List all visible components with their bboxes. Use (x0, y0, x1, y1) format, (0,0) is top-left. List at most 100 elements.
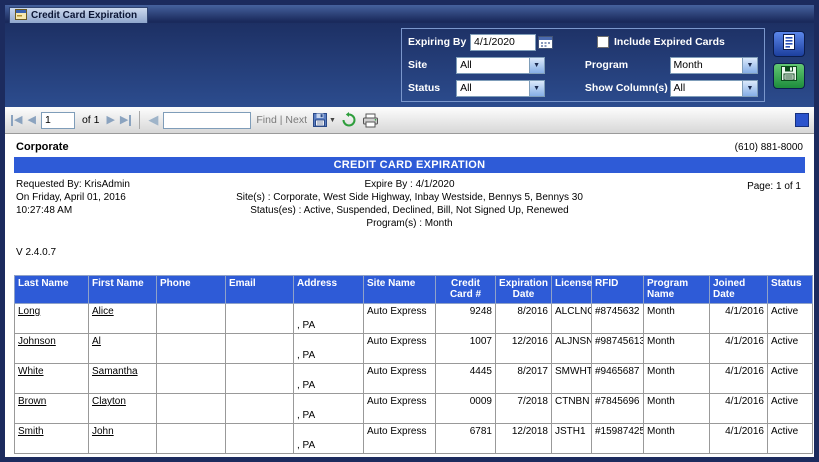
column-header-expiration-date[interactable]: Expiration Date (496, 276, 552, 304)
cell-credit-card: 4445 (436, 364, 496, 394)
cell-joined-date: 4/1/2016 (710, 334, 768, 364)
page-info: Page: 1 of 1 (747, 181, 801, 192)
cell-rfid: #7845696 (592, 394, 644, 424)
version-label: V 2.4.0.7 (16, 247, 805, 258)
cell-phone (157, 364, 226, 394)
title-tab-bar: Credit Card Expiration (5, 5, 814, 23)
cell-site-name: Auto Express (364, 424, 436, 454)
cell-address: , PA (294, 304, 364, 334)
credit-card-table: Last Name First Name Phone Email Address… (14, 275, 813, 454)
tab-title: Credit Card Expiration (31, 10, 137, 21)
first-name-link[interactable]: Alice (92, 306, 114, 317)
print-button[interactable] (362, 113, 379, 128)
first-page-icon[interactable]: ◀ (11, 115, 22, 126)
cell-credit-card: 6781 (436, 424, 496, 454)
save-export-button[interactable] (773, 63, 805, 89)
report-criteria: Expire By : 4/1/2020 Site(s) : Corporate… (14, 177, 805, 230)
cell-last-name: Johnson (15, 334, 89, 364)
include-expired-group: Include Expired Cards (597, 36, 725, 48)
expiring-by-label: Expiring By (408, 36, 470, 48)
last-page-icon[interactable]: ▶ (120, 115, 131, 126)
include-expired-checkbox[interactable] (597, 36, 609, 48)
site-dropdown[interactable]: All ▼ (456, 57, 545, 74)
last-name-link[interactable]: Brown (18, 396, 46, 407)
cell-program-name: Month (644, 304, 710, 334)
report-icon (781, 33, 797, 56)
export-dropdown-caret-icon[interactable]: ▼ (329, 117, 336, 124)
program-dropdown[interactable]: Month ▼ (670, 57, 759, 74)
requested-by: Requested By: KrisAdmin (16, 178, 130, 191)
programs-line: Program(s) : Month (14, 217, 805, 230)
cell-phone (157, 394, 226, 424)
first-name-link[interactable]: Clayton (92, 396, 126, 407)
toolbar-corner-button[interactable] (795, 113, 809, 127)
company-name: Corporate (16, 141, 69, 153)
column-header-rfid[interactable]: RFID (592, 276, 644, 304)
expire-by-line: Expire By : 4/1/2020 (14, 178, 805, 191)
program-dropdown-arrow-icon[interactable]: ▼ (742, 58, 757, 73)
column-header-program-name[interactable]: Program Name (644, 276, 710, 304)
next-page-icon[interactable]: ▶ (106, 115, 114, 126)
column-header-credit-card[interactable]: Credit Card # (436, 276, 496, 304)
status-dropdown-arrow-icon[interactable]: ▼ (529, 81, 544, 96)
export-button[interactable]: ▼ (312, 112, 336, 128)
status-label: Status (408, 82, 456, 94)
cell-joined-date: 4/1/2016 (710, 364, 768, 394)
cell-first-name: Clayton (89, 394, 157, 424)
column-header-license[interactable]: License (552, 276, 592, 304)
previous-page-icon[interactable]: ◀ (27, 115, 35, 126)
site-dropdown-arrow-icon[interactable]: ▼ (529, 58, 544, 73)
last-name-link[interactable]: Johnson (18, 336, 56, 347)
cell-license: SMWHT (552, 364, 592, 394)
find-text-input[interactable] (163, 112, 251, 129)
report-info-block: Requested By: KrisAdmin On Friday, April… (14, 177, 805, 235)
site-label: Site (408, 59, 456, 71)
program-label: Program (585, 59, 670, 71)
next-link[interactable]: Next (285, 114, 307, 126)
report-title-banner: CREDIT CARD EXPIRATION (14, 157, 805, 173)
column-header-address[interactable]: Address (294, 276, 364, 304)
expiring-by-input[interactable] (470, 34, 536, 51)
cell-site-name: Auto Express (364, 304, 436, 334)
column-header-joined-date[interactable]: Joined Date (710, 276, 768, 304)
filter-row-3: Status All ▼ Show Column(s) All ▼ (408, 78, 758, 98)
first-name-link[interactable]: Samantha (92, 366, 138, 377)
show-columns-dropdown[interactable]: All ▼ (670, 80, 759, 97)
back-to-parent-report-icon[interactable]: ◀ (148, 112, 158, 128)
calendar-icon[interactable] (538, 36, 553, 49)
cell-joined-date: 4/1/2016 (710, 304, 768, 334)
credit-card-tab-icon (15, 9, 27, 23)
page-number-input[interactable] (41, 112, 75, 129)
cell-program-name: Month (644, 394, 710, 424)
column-header-status[interactable]: Status (768, 276, 813, 304)
tab-credit-card-expiration[interactable]: Credit Card Expiration (9, 7, 148, 23)
filter-panel: Expiring By Include Expired Cards Site A… (5, 23, 814, 107)
refresh-button[interactable] (341, 112, 357, 128)
cell-license: ALJNSN (552, 334, 592, 364)
first-name-link[interactable]: Al (92, 336, 101, 347)
last-name-link[interactable]: Smith (18, 426, 44, 437)
find-link[interactable]: Find (256, 114, 276, 126)
last-name-link[interactable]: Long (18, 306, 40, 317)
cell-status: Active (768, 304, 813, 334)
page-of-label: of 1 (82, 114, 100, 126)
cell-license: ALCLNG (552, 304, 592, 334)
cell-credit-card: 9248 (436, 304, 496, 334)
status-dropdown[interactable]: All ▼ (456, 80, 545, 97)
run-report-button[interactable] (773, 31, 805, 57)
cell-expiration-date: 8/2016 (496, 304, 552, 334)
column-header-first-name[interactable]: First Name (89, 276, 157, 304)
last-name-link[interactable]: White (18, 366, 44, 377)
first-name-link[interactable]: John (92, 426, 114, 437)
column-header-last-name[interactable]: Last Name (15, 276, 89, 304)
cell-status: Active (768, 364, 813, 394)
show-columns-dropdown-arrow-icon[interactable]: ▼ (742, 81, 757, 96)
statuses-line: Status(es) : Active, Suspended, Declined… (14, 204, 805, 217)
cell-joined-date: 4/1/2016 (710, 394, 768, 424)
column-header-phone[interactable]: Phone (157, 276, 226, 304)
column-header-email[interactable]: Email (226, 276, 294, 304)
cell-credit-card: 1007 (436, 334, 496, 364)
column-header-site-name[interactable]: Site Name (364, 276, 436, 304)
cell-program-name: Month (644, 364, 710, 394)
cell-expiration-date: 12/2018 (496, 424, 552, 454)
